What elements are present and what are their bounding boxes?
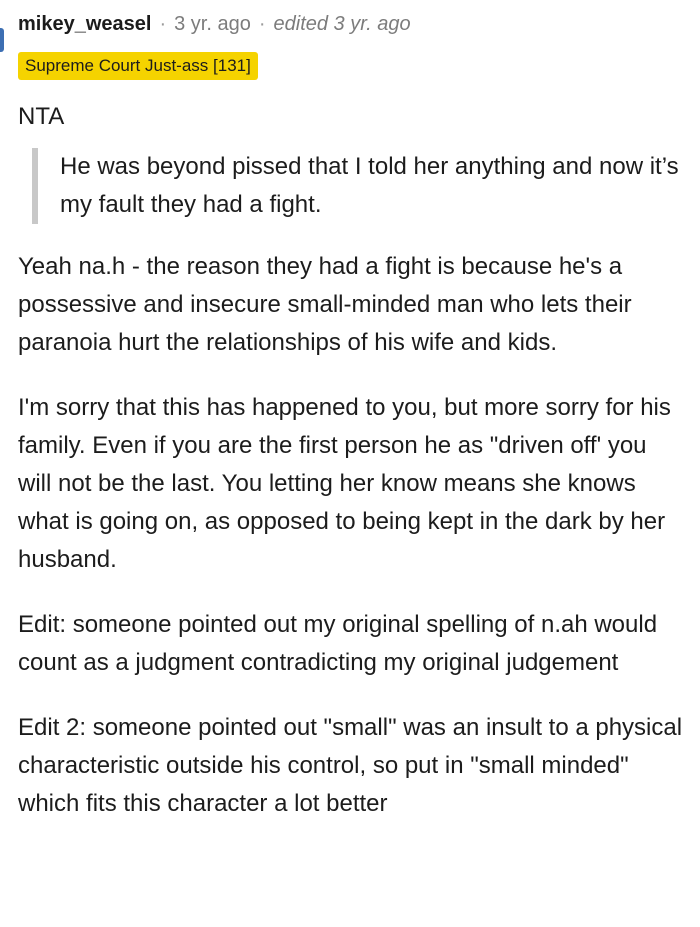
comment-age[interactable]: 3 yr. ago — [174, 13, 251, 36]
comment-body: NTA He was beyond pissed that I told her… — [18, 98, 686, 850]
comment-paragraph: Edit 2: someone pointed out "small" was … — [18, 714, 683, 817]
blockquote: He was beyond pissed that I told her any… — [32, 148, 686, 224]
comment-paragraph: I'm sorry that this has happened to you,… — [18, 394, 671, 573]
meta-separator: · — [159, 12, 167, 35]
verdict-text: NTA — [18, 103, 65, 130]
author-name[interactable]: mikey_weasel — [18, 13, 151, 36]
edited-label: edited 3 yr. ago — [273, 12, 411, 35]
comment-paragraph: Yeah na.h - the reason they had a fight … — [18, 253, 632, 356]
thread-line[interactable] — [0, 28, 4, 52]
comment-paragraph: Edit: someone pointed out my original sp… — [18, 611, 658, 676]
quote-text: He was beyond pissed that I told her any… — [60, 153, 679, 218]
user-flair: Supreme Court Just-ass [131] — [18, 52, 258, 80]
meta-separator: · — [258, 12, 266, 35]
comment-meta: mikey_weasel · 3 yr. ago · edited 3 yr. … — [18, 10, 411, 38]
